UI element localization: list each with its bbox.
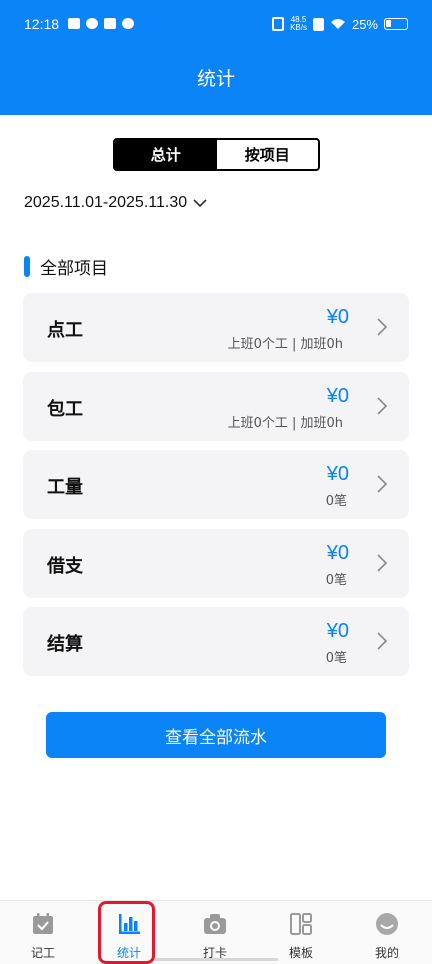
tab-label: 记工 bbox=[30, 946, 55, 960]
section-accent-bar bbox=[24, 256, 30, 277]
item-card-settlement[interactable]: 结算 ¥0 0笔 bbox=[23, 607, 409, 676]
home-indicator bbox=[154, 958, 278, 961]
item-amount: ¥0 bbox=[326, 463, 349, 485]
item-summary: 0笔 bbox=[325, 573, 347, 588]
chevron-right-icon bbox=[377, 318, 388, 336]
status-time: 12:18 bbox=[24, 16, 60, 32]
tab-by-project[interactable]: 按项目 bbox=[217, 140, 319, 169]
wifi-icon bbox=[330, 19, 345, 29]
item-label: 借支 bbox=[47, 556, 83, 577]
nfc-icon bbox=[312, 17, 324, 31]
item-amount: ¥0 bbox=[326, 620, 349, 642]
section-title: 全部项目 bbox=[24, 254, 108, 279]
chevron-right-icon bbox=[377, 475, 388, 493]
bottom-tab-bar: 记工 统计 打卡 模板 我的 bbox=[0, 900, 432, 964]
date-range-text: 2025.11.01-2025.11.30 bbox=[24, 194, 188, 211]
app-notification-icon bbox=[104, 18, 116, 29]
tab-mine[interactable]: 我的 bbox=[344, 901, 430, 964]
item-label: 结算 bbox=[47, 634, 83, 655]
template-grid-icon bbox=[290, 913, 312, 935]
tab-total[interactable]: 总计 bbox=[115, 140, 217, 169]
status-right: 48.5 KB/s 25% bbox=[272, 16, 408, 32]
item-amount: ¥0 bbox=[326, 385, 349, 407]
calendar-check-icon bbox=[33, 913, 53, 934]
battery-icon bbox=[384, 18, 408, 30]
item-amount: ¥0 bbox=[326, 542, 349, 564]
view-all-records-button[interactable]: 查看全部流水 bbox=[46, 712, 386, 758]
chat-notification-icon bbox=[122, 18, 134, 29]
tab-label: 我的 bbox=[374, 946, 399, 960]
page-title: 统计 bbox=[196, 68, 235, 90]
bar-chart-icon bbox=[119, 914, 140, 934]
chevron-right-icon bbox=[377, 632, 388, 650]
item-label: 点工 bbox=[47, 320, 83, 341]
vibrate-icon bbox=[272, 17, 285, 31]
item-summary: 0笔 bbox=[325, 494, 347, 509]
status-bar: 12:18 48.5 KB/s 25% bbox=[0, 0, 432, 52]
item-amount: ¥0 bbox=[326, 306, 349, 328]
tab-record-work[interactable]: 记工 bbox=[0, 901, 86, 964]
item-card-daily-work[interactable]: 点工 ¥0 上班0个工 | 加班0h bbox=[23, 293, 409, 362]
check-notification-icon bbox=[86, 18, 98, 29]
item-card-contract-work[interactable]: 包工 ¥0 上班0个工 | 加班0h bbox=[23, 372, 409, 441]
chevron-right-icon bbox=[377, 397, 388, 415]
item-card-work-quantity[interactable]: 工量 ¥0 0笔 bbox=[23, 450, 409, 519]
item-label: 工量 bbox=[47, 477, 83, 498]
item-summary: 上班0个工 | 加班0h bbox=[227, 337, 343, 352]
app-header: 统计 bbox=[0, 52, 432, 115]
item-card-advance[interactable]: 借支 ¥0 0笔 bbox=[23, 529, 409, 598]
item-summary: 上班0个工 | 加班0h bbox=[227, 416, 343, 431]
view-segmented-control: 总计 按项目 bbox=[113, 138, 320, 171]
date-range-selector[interactable]: 2025.11.01-2025.11.30 bbox=[24, 194, 207, 212]
battery-percent: 25% bbox=[351, 16, 378, 32]
profile-icon bbox=[376, 913, 398, 935]
tab-check-in[interactable]: 打卡 bbox=[172, 901, 258, 964]
item-summary: 0笔 bbox=[325, 651, 347, 666]
section-label: 全部项目 bbox=[40, 259, 108, 279]
tab-templates[interactable]: 模板 bbox=[258, 901, 344, 964]
item-label: 包工 bbox=[47, 399, 83, 420]
notification-icons bbox=[68, 18, 134, 29]
chevron-down-icon bbox=[193, 198, 207, 207]
network-speed: 48.5 KB/s bbox=[290, 15, 307, 32]
mail-notification-icon bbox=[68, 18, 80, 29]
chevron-right-icon bbox=[377, 554, 388, 572]
tab-statistics[interactable]: 统计 bbox=[86, 901, 172, 964]
camera-icon bbox=[204, 914, 226, 934]
